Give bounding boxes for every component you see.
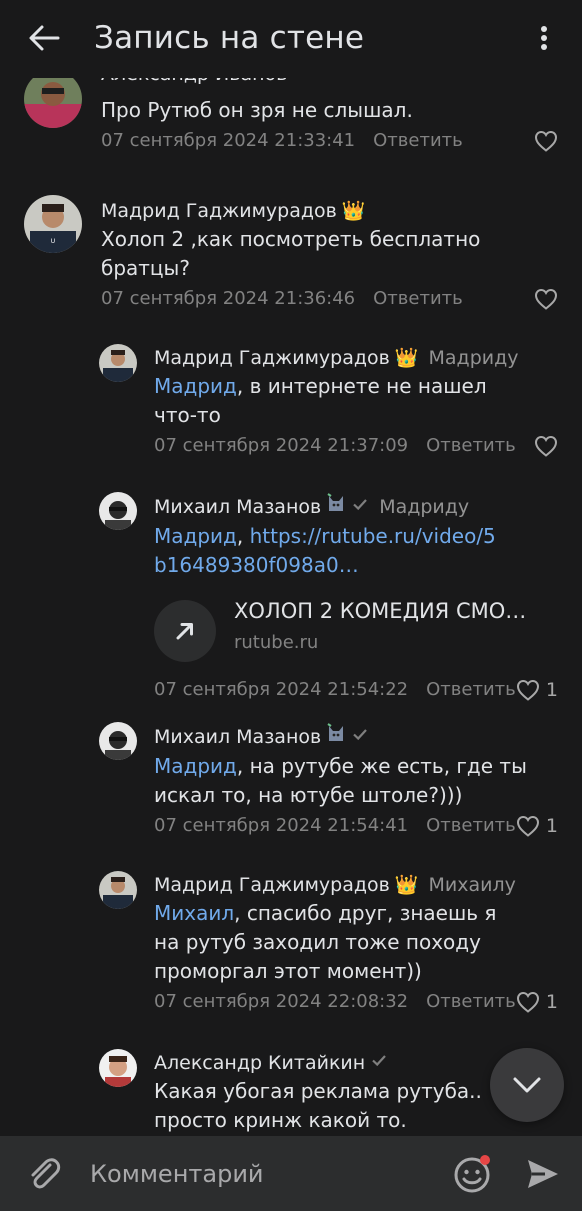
emoji-icon [454, 1155, 490, 1193]
mention-link[interactable]: Мадрид [154, 754, 237, 778]
more-vertical-icon [541, 26, 547, 50]
heart-icon [516, 991, 539, 1013]
comment-author[interactable]: Михаил Мазанов [154, 493, 321, 521]
comment-meta: 07 сентября 2024 22:08:32 Ответить 1 [154, 988, 558, 1016]
back-button[interactable] [22, 18, 66, 58]
more-button[interactable] [526, 20, 562, 56]
heart-icon [516, 679, 539, 701]
like-button[interactable]: 1 [516, 988, 558, 1016]
like-count: 1 [545, 991, 558, 1013]
comment-date: 07 сентября 2024 21:54:41 [154, 815, 409, 836]
mention-link[interactable]: Михаил [154, 901, 234, 925]
reply-to[interactable]: Мадриду [379, 493, 469, 521]
verified-check-icon [351, 723, 369, 751]
verified-check-icon [370, 1049, 388, 1077]
comment-meta: 07 сентября 2024 21:36:46 Ответить [101, 285, 558, 313]
comment-meta: 07 сентября 2024 21:54:41 Ответить 1 [154, 812, 558, 840]
verified-check-icon [351, 493, 369, 521]
heart-icon [534, 130, 558, 152]
comment-text: Мадрид, в интернете не нашел что-то [154, 374, 487, 427]
mention-link[interactable]: Мадрид [154, 524, 237, 548]
like-count: 1 [545, 815, 558, 837]
comment-author[interactable]: Михаил Мазанов [154, 723, 321, 751]
attach-button[interactable] [24, 1154, 64, 1194]
comment-author[interactable]: Мадрид Гаджимурадов [154, 344, 390, 372]
reply-to[interactable]: Михаилу [429, 871, 516, 899]
comment-input[interactable] [90, 1154, 430, 1194]
reply-button[interactable]: Ответить [426, 815, 516, 836]
link-attachment[interactable]: ХОЛОП 2 КОМЕДИЯ СМО… rutube.ru [154, 596, 558, 666]
heart-icon [534, 288, 558, 310]
kitten-badge-icon [326, 722, 346, 752]
avatar[interactable] [99, 871, 137, 909]
heart-icon [516, 815, 539, 837]
back-arrow-icon [29, 25, 60, 51]
crown-icon: 👑 [394, 874, 419, 896]
attachment-domain: rutube.ru [234, 632, 319, 653]
avatar[interactable] [99, 1049, 137, 1087]
comment-text: Про Рутюб он зря не слышал. [101, 98, 413, 122]
comment-date: 07 сентября 2024 22:08:32 [154, 991, 409, 1012]
comment-meta: 07 сентября 2024 21:37:09 Ответить [154, 432, 558, 460]
reply-button[interactable]: Ответить [426, 679, 516, 700]
attachment-title: ХОЛОП 2 КОМЕДИЯ СМО… [234, 599, 527, 623]
page-title: Запись на стене [94, 20, 365, 56]
comment-text: Холоп 2 ,как посмотреть бесплатно братцы… [101, 227, 481, 280]
app-header: Запись на стене [0, 0, 582, 78]
kitten-badge-icon [326, 492, 346, 522]
emoji-button[interactable] [452, 1153, 494, 1195]
avatar[interactable] [99, 344, 137, 382]
send-icon [528, 1160, 558, 1188]
avatar[interactable]: U [24, 195, 82, 253]
comment-composer [0, 1136, 582, 1211]
reply-button[interactable]: Ответить [426, 435, 516, 456]
svg-text:U: U [51, 238, 55, 245]
send-button[interactable] [522, 1153, 564, 1195]
avatar[interactable] [24, 70, 82, 128]
comment-author[interactable]: Александр Китайкин [154, 1049, 365, 1077]
reply-to[interactable]: Мадриду [429, 344, 519, 372]
like-count: 1 [545, 679, 558, 701]
like-button[interactable] [534, 285, 558, 313]
heart-icon [534, 435, 558, 457]
like-button[interactable] [534, 432, 558, 460]
avatar[interactable] [99, 722, 137, 760]
comment-date: 07 сентября 2024 21:33:41 [101, 130, 356, 151]
like-button[interactable]: 1 [516, 812, 558, 840]
comment-date: 07 сентября 2024 21:36:46 [101, 288, 356, 309]
comment-text: Мадрид, на рутубе же есть, где ты искал … [154, 754, 527, 807]
mention-link[interactable]: Мадрид [154, 374, 237, 398]
crown-icon: 👑 [341, 200, 366, 222]
like-button[interactable] [534, 127, 558, 155]
comment-meta: 07 сентября 2024 21:54:22 Ответить 1 [154, 676, 558, 704]
paperclip-icon [31, 1158, 61, 1189]
reply-button[interactable]: Ответить [373, 130, 463, 151]
comment-text: Какая убогая реклама рутуба.. просто кри… [154, 1079, 482, 1132]
link-arrow-icon [154, 600, 216, 662]
comment-meta: 07 сентября 2024 21:33:41 Ответить [101, 127, 558, 155]
comment-text: Михаил, спасибо друг, знаешь я на рутуб … [154, 901, 497, 983]
like-button[interactable]: 1 [516, 676, 558, 704]
chevron-down-icon [513, 1077, 541, 1093]
comment-date: 07 сентября 2024 21:54:22 [154, 679, 409, 700]
comment-author[interactable]: Мадрид Гаджимурадов [101, 197, 337, 225]
comment-text: Мадрид, https://rutube.ru/video/5b164893… [154, 524, 496, 577]
reply-button[interactable]: Ответить [426, 991, 516, 1012]
comments-feed[interactable]: Александр Иванов Про Рутюб он зря не слы… [0, 0, 582, 1136]
reply-button[interactable]: Ответить [373, 288, 463, 309]
crown-icon: 👑 [394, 347, 419, 369]
comment-date: 07 сентября 2024 21:37:09 [154, 435, 409, 456]
comment-author[interactable]: Мадрид Гаджимурадов [154, 871, 390, 899]
scroll-down-button[interactable] [490, 1048, 564, 1122]
avatar[interactable] [99, 492, 137, 530]
